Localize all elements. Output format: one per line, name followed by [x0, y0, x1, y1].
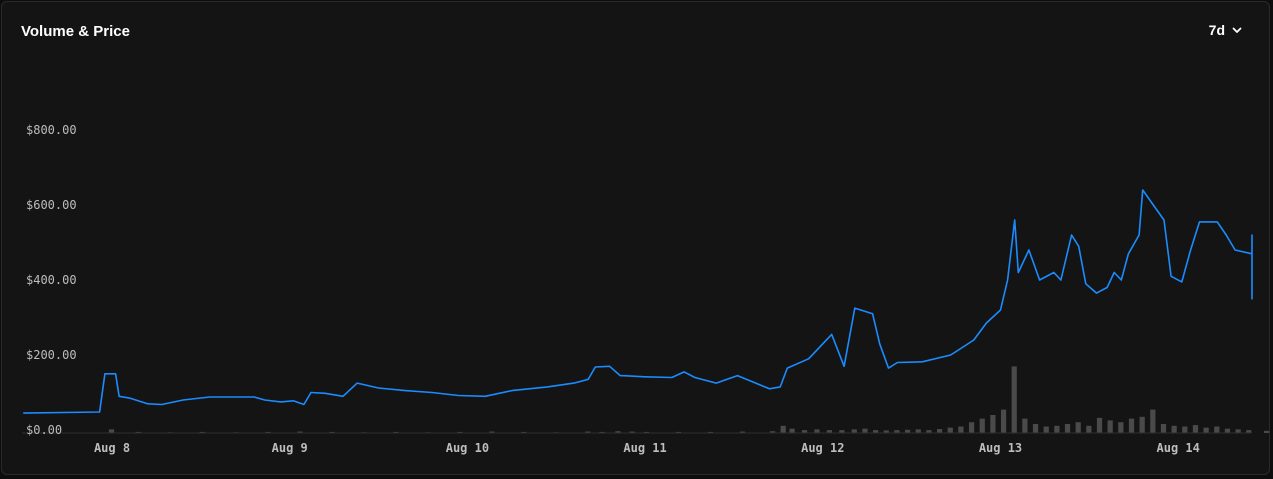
volume-bar [108, 429, 115, 433]
volume-bar [968, 422, 975, 433]
volume-bar [1043, 426, 1049, 433]
volume-bar [1022, 418, 1028, 433]
y-tick-label: $800.00 [26, 123, 77, 137]
y-tick-label: $200.00 [26, 348, 77, 362]
x-tick-label: Aug 12 [801, 441, 844, 455]
volume-bar [1235, 429, 1241, 433]
volume-bar [1150, 409, 1156, 433]
x-tick-label: Aug 9 [272, 441, 308, 455]
y-tick-label: $600.00 [26, 198, 77, 212]
y-tick-label: $0.00 [26, 423, 62, 437]
volume-bar [1139, 416, 1145, 433]
volume-bar [1203, 427, 1209, 433]
volume-bar [947, 427, 953, 433]
volume-bar [1171, 425, 1177, 433]
volume-bar [851, 429, 857, 433]
volume-bar [1075, 422, 1081, 433]
volume-bar [1086, 425, 1092, 433]
volume-bar [979, 418, 985, 433]
volume-bar [1192, 425, 1199, 433]
volume-bar [1107, 420, 1113, 433]
volume-bar [915, 429, 921, 433]
volume-bar [862, 428, 868, 433]
volume-bar [1064, 424, 1071, 433]
x-tick-label: Aug 10 [446, 441, 489, 455]
x-tick-label: Aug 14 [1157, 441, 1200, 455]
volume-bar [1263, 430, 1270, 433]
volume-bar [936, 429, 943, 433]
y-axis-ticks: $0.00 $200.00 $400.00 $600.00 $800.00 [26, 123, 77, 437]
x-axis-ticks: Aug 8 Aug 9 Aug 10 Aug 11 Aug 12 Aug 13 Aug 14 [94, 441, 1200, 455]
volume-bar [990, 415, 996, 433]
volume-bar [1118, 422, 1124, 433]
x-tick-label: Aug 8 [94, 441, 130, 455]
volume-bar [1224, 428, 1231, 433]
volume-bar [780, 425, 786, 433]
volume-bar [1096, 417, 1103, 433]
volume-bar [958, 426, 964, 433]
volume-bar [1214, 426, 1220, 433]
volume-bar [814, 429, 820, 433]
volume-price-chart: $0.00$200.00$400.00$600.00$800.00 Aug 8A… [22, 123, 1270, 455]
volume-bar [1000, 409, 1007, 433]
volume-bar [1182, 426, 1188, 433]
x-tick-label: Aug 13 [979, 441, 1022, 455]
price-line [23, 189, 1253, 414]
volume-bar [1054, 425, 1060, 433]
volume-bars [108, 366, 1270, 434]
volume-bar [1128, 418, 1135, 433]
volume-bar [789, 428, 795, 433]
volume-bar [1160, 424, 1167, 433]
y-tick-label: $400.00 [26, 273, 77, 287]
volume-bar [1032, 424, 1039, 433]
x-tick-label: Aug 11 [623, 441, 666, 455]
volume-bar [1011, 366, 1017, 433]
